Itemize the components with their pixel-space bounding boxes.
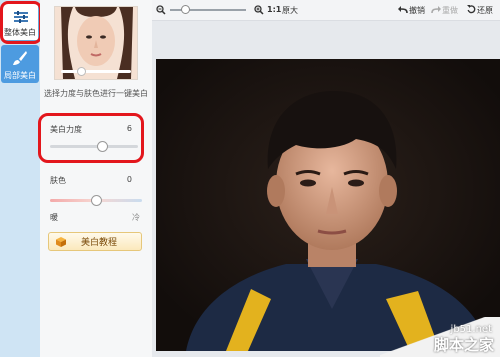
tool-tab-rail: 整体美白 局部美白: [0, 0, 40, 357]
tab-partial-whitening[interactable]: 局部美白: [1, 45, 39, 83]
photo-editor-app: 整体美白 局部美白 选择力度与肤色进行一键美白 美白力度 6 肤色 0 暖 冷 …: [0, 0, 500, 357]
top-toolbar: 1:1 原大 撤销 重做 还原: [152, 0, 500, 21]
image-canvas: [152, 21, 500, 357]
brush-icon: [13, 51, 27, 65]
strength-label: 美白力度: [50, 125, 82, 134]
reset-button[interactable]: 还原: [477, 5, 493, 16]
portrait-photo: [156, 59, 500, 351]
preview-thumbnail: [54, 6, 138, 80]
strength-slider-track[interactable]: [50, 145, 138, 148]
tab-partial-whitening-label: 局部美白: [4, 71, 36, 80]
skin-value: 0: [126, 175, 132, 184]
panel-hint: 选择力度与肤色进行一键美白: [44, 89, 148, 98]
redo-icon[interactable]: [431, 5, 441, 14]
preview-compare-knob[interactable]: [77, 67, 86, 76]
face-preview-image: [55, 7, 137, 79]
zoom-fit-button[interactable]: 1:1: [267, 5, 281, 14]
edited-photo: [156, 59, 500, 351]
zoom-in-icon[interactable]: [254, 5, 264, 15]
preview-compare-bar[interactable]: [61, 70, 131, 73]
reset-icon[interactable]: [467, 5, 476, 14]
strength-value: 6: [126, 124, 132, 133]
skin-slider-knob[interactable]: [90, 195, 102, 206]
redo-button[interactable]: 重做: [442, 5, 458, 16]
zoom-out-icon[interactable]: [156, 5, 166, 15]
undo-icon[interactable]: [398, 5, 408, 14]
undo-button[interactable]: 撤销: [409, 5, 425, 16]
cool-label: 冷: [132, 213, 140, 222]
tab-whole-whitening[interactable]: 整体美白: [1, 3, 39, 41]
settings-panel: 选择力度与肤色进行一键美白 美白力度 6 肤色 0 暖 冷 美白教程: [40, 0, 153, 357]
watermark-name: 脚本之家: [433, 336, 494, 354]
cube-icon: [56, 236, 66, 247]
zoom-original-button[interactable]: 原大: [282, 5, 298, 16]
skin-label: 肤色: [50, 176, 66, 185]
tab-whole-whitening-label: 整体美白: [4, 28, 36, 37]
whitening-tutorial-button[interactable]: 美白教程: [48, 232, 142, 251]
zoom-slider-knob[interactable]: [180, 5, 190, 14]
warm-label: 暖: [50, 213, 58, 222]
sliders-icon: [14, 11, 28, 23]
strength-slider-knob[interactable]: [97, 141, 109, 152]
tutorial-label: 美白教程: [81, 238, 118, 248]
